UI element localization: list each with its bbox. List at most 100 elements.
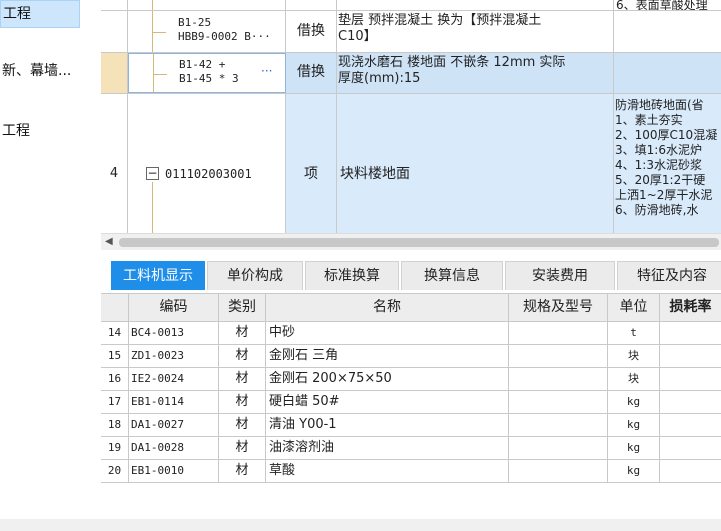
scroll-left-icon[interactable]: ◀ (105, 236, 113, 247)
col-code-header[interactable]: 编码 (129, 294, 219, 321)
item-code: 011102003001 (165, 167, 252, 181)
sidebar-item-label: 新、幕墙... (2, 63, 72, 79)
row-type: 项 (286, 94, 337, 233)
material-loss[interactable] (660, 414, 721, 436)
status-strip (0, 519, 721, 531)
item-features: 防滑地砖地面(省 1、素土夯实 2、100厚C10混凝 3、填1:6水泥炉 4、… (614, 94, 721, 233)
table-row[interactable]: 14 BC4-0013 材 中砂 t (101, 322, 721, 345)
table-row[interactable]: 20 EB1-0010 材 草酸 kg (101, 460, 721, 483)
row-index: 19 (101, 437, 129, 459)
quota-code: B1-45 * 3 (179, 72, 239, 85)
row-index: 18 (101, 414, 129, 436)
material-loss[interactable] (660, 322, 721, 344)
col-category-header[interactable]: 类别 (219, 294, 266, 321)
material-table: 编码 类别 名称 规格及型号 单位 损耗率 14 BC4-0013 材 中砂 t… (101, 294, 721, 531)
feature-line: 3、填1:6水泥炉 (615, 143, 702, 157)
table-row[interactable]: 19 DA1-0028 材 油漆溶剂油 kg (101, 437, 721, 460)
table-header: 编码 类别 名称 规格及型号 单位 损耗率 (101, 294, 721, 322)
quota-grid: 6、表面草酸处理 B1-25 HBB9-0002 B··· 借换 垫层 预拌混凝… (101, 0, 721, 233)
material-category: 材 (219, 414, 266, 436)
material-name: 硬白蜡 50# (266, 391, 509, 413)
tree-line (152, 182, 153, 233)
col-loss-header[interactable]: 损耗率 (660, 294, 721, 321)
table-row-selected[interactable]: B1-42 + B1-45 * 3 ··· 借换 现浇水磨石 楼地面 不嵌条 1… (101, 53, 721, 94)
scrollbar-thumb[interactable] (119, 238, 719, 247)
app-window: 工程 新、幕墙... 工程 6、表面草酸处理 B1-25 HBB9-0002 B… (0, 0, 721, 531)
table-row[interactable]: 15 ZD1-0023 材 金刚石 三角 块 (101, 345, 721, 368)
table-row[interactable]: 6、表面草酸处理 (101, 0, 721, 11)
sidebar-item-label: 工程 (2, 123, 30, 139)
horizontal-scrollbar[interactable]: ◀ (101, 233, 721, 250)
material-unit: 块 (608, 345, 660, 367)
material-category: 材 (219, 460, 266, 482)
material-code: EB1-0010 (129, 460, 219, 482)
tree-line (152, 32, 166, 33)
material-unit: kg (608, 391, 660, 413)
quota-code: B1-42 + (179, 58, 226, 71)
material-name: 清油 Y00-1 (266, 414, 509, 436)
material-loss[interactable] (660, 368, 721, 390)
table-row[interactable]: 16 IE2-0024 材 金刚石 200×75×50 块 (101, 368, 721, 391)
quota-code: HBB9-0002 B··· (178, 30, 271, 43)
row-number: 4 (101, 94, 128, 233)
material-spec[interactable] (509, 368, 608, 390)
table-row[interactable]: B1-25 HBB9-0002 B··· 借换 垫层 预拌混凝土 换为【预拌混凝… (101, 11, 721, 53)
material-category: 材 (219, 391, 266, 413)
material-unit: kg (608, 460, 660, 482)
row-type: 借换 (286, 11, 337, 52)
sidebar-item-project-1[interactable]: 工程 (0, 0, 80, 28)
feature-line: 6、防滑地砖,水 (615, 203, 699, 217)
sidebar-item-label: 工程 (3, 6, 31, 22)
material-unit: kg (608, 437, 660, 459)
col-index-header (101, 294, 129, 321)
material-name: 中砂 (266, 322, 509, 344)
collapse-toggle[interactable]: − (146, 167, 159, 180)
tab-install-fee[interactable]: 安装费用 (505, 261, 615, 290)
tab-unit-price[interactable]: 单价构成 (207, 261, 303, 290)
material-loss[interactable] (660, 437, 721, 459)
sidebar: 工程 新、幕墙... 工程 (0, 0, 101, 531)
material-unit: 块 (608, 368, 660, 390)
tab-conversion-info[interactable]: 换算信息 (401, 261, 503, 290)
tab-labor-material[interactable]: 工料机显示 (111, 261, 205, 290)
material-loss[interactable] (660, 391, 721, 413)
tab-features[interactable]: 特征及内容 (617, 261, 721, 290)
col-spec-header[interactable]: 规格及型号 (509, 294, 608, 321)
sidebar-item-curtain-wall[interactable]: 新、幕墙... (0, 58, 80, 86)
material-code: IE2-0024 (129, 368, 219, 390)
material-spec[interactable] (509, 460, 608, 482)
material-code: ZD1-0023 (129, 345, 219, 367)
material-spec[interactable] (509, 322, 608, 344)
feature-line: 4、1:3水泥砂浆 (615, 158, 702, 172)
table-row[interactable]: 4 − 011102003001 项 块料楼地面 防滑地砖地面(省 1、素土夯实… (101, 94, 721, 233)
feature-line: 上洒1~2厚干水泥 (615, 188, 713, 202)
quota-desc: 厚度(mm):15 (338, 71, 421, 86)
table-row[interactable]: 17 EB1-0114 材 硬白蜡 50# kg (101, 391, 721, 414)
material-loss[interactable] (660, 345, 721, 367)
material-category: 材 (219, 437, 266, 459)
material-category: 材 (219, 322, 266, 344)
material-spec[interactable] (509, 437, 608, 459)
material-spec[interactable] (509, 345, 608, 367)
material-category: 材 (219, 345, 266, 367)
detail-tabs: 工料机显示 单价构成 标准换算 换算信息 安装费用 特征及内容 (101, 250, 721, 294)
feature-line: 防滑地砖地面(省 (615, 98, 704, 112)
tab-standard-conversion[interactable]: 标准换算 (305, 261, 399, 290)
material-name: 草酸 (266, 460, 509, 482)
material-unit: t (608, 322, 660, 344)
col-name-header[interactable]: 名称 (266, 294, 509, 321)
sidebar-item-project-2[interactable]: 工程 (0, 118, 80, 146)
row-index: 15 (101, 345, 129, 367)
material-code: DA1-0027 (129, 414, 219, 436)
material-loss[interactable] (660, 460, 721, 482)
more-button[interactable]: ··· (261, 64, 272, 78)
table-row[interactable]: 18 DA1-0027 材 清油 Y00-1 kg (101, 414, 721, 437)
row-index: 20 (101, 460, 129, 482)
material-spec[interactable] (509, 414, 608, 436)
quota-desc: C10】 (338, 29, 377, 44)
row-index: 14 (101, 322, 129, 344)
row-index: 17 (101, 391, 129, 413)
tree-line (153, 54, 154, 92)
col-unit-header[interactable]: 单位 (608, 294, 660, 321)
material-spec[interactable] (509, 391, 608, 413)
